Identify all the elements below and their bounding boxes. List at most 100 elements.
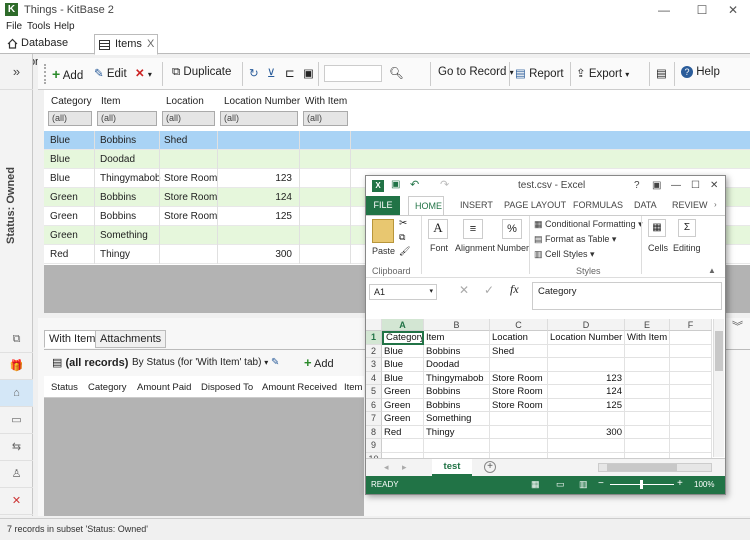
excel-tab-page-layout[interactable]: PAGE LAYOUT xyxy=(504,200,566,210)
excel-maximize-button[interactable]: ☐ xyxy=(691,180,700,191)
excel-cell[interactable]: Store Room xyxy=(490,385,548,399)
hscroll-thumb[interactable] xyxy=(607,464,677,471)
filter-with-item[interactable]: (all) xyxy=(303,111,348,126)
maximize-button[interactable]: ☐ xyxy=(685,0,719,20)
cells-button[interactable]: Cells xyxy=(648,243,668,253)
row-header[interactable]: 2 xyxy=(366,344,382,358)
filter-clear-icon[interactable]: ⊻ xyxy=(267,66,275,80)
table-row[interactable]: Blue Bobbins Shed xyxy=(44,131,750,150)
zoom-level[interactable]: 100% xyxy=(694,480,714,489)
menu-help[interactable]: Help xyxy=(54,21,75,32)
excel-cell[interactable]: Item xyxy=(424,331,490,345)
collapse-panel-icon[interactable]: ︾ xyxy=(732,318,743,334)
filter-item[interactable]: (all) xyxy=(97,111,157,126)
formula-input[interactable]: Category xyxy=(532,282,722,310)
excel-close-button[interactable]: ✕ xyxy=(710,180,718,191)
expand-sidebar-button[interactable]: » xyxy=(0,54,33,90)
excel-undo-icon[interactable]: ↶ xyxy=(410,178,419,191)
report-button[interactable]: ▤ Report xyxy=(515,66,564,80)
goto-record-button[interactable]: Go to Record ▾ xyxy=(438,66,514,78)
excel-cell[interactable] xyxy=(670,385,712,399)
excel-cell[interactable]: Blue xyxy=(382,371,424,385)
excel-cell[interactable]: 123 xyxy=(548,371,625,385)
zoom-in-icon[interactable]: + xyxy=(677,478,683,489)
tab-database-home[interactable]: Database Home xyxy=(3,34,93,68)
sidebar-home-icon[interactable]: ⌂ xyxy=(0,380,33,407)
excel-cell[interactable]: Thingy xyxy=(424,425,490,439)
tab-items[interactable]: Items X xyxy=(94,34,158,55)
normal-view-icon[interactable]: ▦ xyxy=(531,479,540,490)
excel-cell[interactable]: Bobbins xyxy=(424,385,490,399)
column-header-f[interactable]: F xyxy=(670,319,712,331)
column-header-category[interactable]: Category xyxy=(88,382,127,393)
excel-cell[interactable] xyxy=(625,398,670,412)
tab-with-item[interactable]: With Item xyxy=(44,330,101,348)
excel-tab-data[interactable]: DATA xyxy=(634,200,657,210)
conditional-formatting-button[interactable]: ▦ Conditional Formatting ▾ xyxy=(534,219,643,230)
font-button[interactable]: Font xyxy=(430,243,448,253)
next-sheet-icon[interactable]: ▸ xyxy=(402,462,407,473)
excel-cell[interactable]: Doodad xyxy=(424,358,490,372)
paste-button[interactable]: Paste xyxy=(372,246,395,256)
excel-cell[interactable] xyxy=(670,371,712,385)
page-break-view-icon[interactable]: ▥ xyxy=(579,479,588,490)
excel-cell[interactable] xyxy=(490,412,548,426)
row-header[interactable]: 7 xyxy=(366,412,382,426)
excel-tab-insert[interactable]: INSERT xyxy=(460,200,493,210)
sidebar-copy-icon[interactable]: ⧉ xyxy=(0,326,33,353)
alignment-button[interactable]: Alignment xyxy=(455,243,495,253)
column-header-with-item[interactable]: With Item xyxy=(305,96,347,107)
row-header[interactable]: 1 xyxy=(366,331,382,345)
excel-cell[interactable]: Blue xyxy=(382,344,424,358)
horizontal-scrollbar[interactable] xyxy=(598,463,712,472)
excel-cell[interactable] xyxy=(670,398,712,412)
page-layout-view-icon[interactable]: ▭ xyxy=(556,479,565,490)
tab-attachments[interactable]: Attachments xyxy=(95,330,167,348)
zoom-slider-thumb[interactable] xyxy=(640,480,643,489)
column-header-amount-paid[interactable]: Amount Paid xyxy=(137,382,191,393)
excel-cell[interactable] xyxy=(625,425,670,439)
save-icon[interactable]: ▣ xyxy=(303,66,314,80)
sidebar-delete-icon[interactable]: ✕ xyxy=(0,488,33,515)
excel-cell[interactable]: Store Room xyxy=(490,371,548,385)
excel-cell[interactable] xyxy=(670,344,712,358)
column-header-e[interactable]: E xyxy=(625,319,670,331)
export-button[interactable]: ⇪ Export ▾ xyxy=(576,66,629,80)
help-button[interactable]: ? Help xyxy=(681,66,720,78)
excel-cell[interactable] xyxy=(670,425,712,439)
cancel-entry-icon[interactable]: ✕ xyxy=(459,283,469,297)
excel-cell[interactable] xyxy=(424,439,490,453)
excel-cell[interactable] xyxy=(548,344,625,358)
menu-tools[interactable]: Tools xyxy=(27,21,50,32)
search-input[interactable] xyxy=(324,65,382,82)
sidebar-transfer-icon[interactable]: ⇆ xyxy=(0,434,33,461)
confirm-entry-icon[interactable]: ✓ xyxy=(484,283,494,297)
column-header-c[interactable]: C xyxy=(490,319,548,331)
excel-redo-icon[interactable]: ↷ xyxy=(440,178,449,191)
insert-function-icon[interactable]: fx xyxy=(510,282,519,297)
column-header-category[interactable]: Category xyxy=(51,96,92,107)
excel-cell[interactable]: Thingymabob xyxy=(424,371,490,385)
column-header-status[interactable]: Status xyxy=(51,382,78,393)
excel-cell[interactable]: Blue xyxy=(382,358,424,372)
excel-cell[interactable] xyxy=(670,412,712,426)
tab-close-icon[interactable]: X xyxy=(147,35,154,54)
column-header-a[interactable]: A xyxy=(382,319,424,331)
row-header[interactable]: 6 xyxy=(366,398,382,412)
cell-styles-button[interactable]: ▥ Cell Styles ▾ xyxy=(534,249,595,260)
column-header-location-number[interactable]: Location Number xyxy=(224,96,300,107)
excel-cell[interactable]: Green xyxy=(382,398,424,412)
excel-cell[interactable] xyxy=(625,439,670,453)
excel-cell[interactable] xyxy=(548,358,625,372)
excel-cell[interactable]: Location Number xyxy=(548,331,625,345)
excel-tab-review[interactable]: REVIEW xyxy=(672,200,708,210)
excel-cell[interactable]: Store Room xyxy=(490,398,548,412)
excel-cell[interactable] xyxy=(670,439,712,453)
bottom-add-button[interactable]: + Add xyxy=(304,355,334,370)
select-all-corner[interactable] xyxy=(366,319,382,331)
column-header-amount-received[interactable]: Amount Received xyxy=(262,382,337,393)
add-sheet-icon[interactable]: + xyxy=(484,461,496,473)
filter-location-number[interactable]: (all) xyxy=(220,111,298,126)
excel-ribbon-scroll-icon[interactable]: › xyxy=(714,200,717,209)
excel-help-button[interactable]: ? xyxy=(634,180,640,191)
